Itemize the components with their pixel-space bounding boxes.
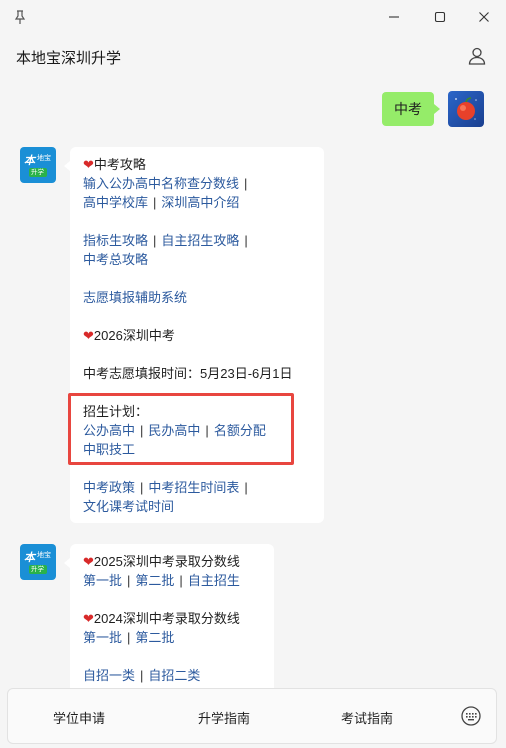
user-message-bubble: 中考 [382,92,440,126]
link-zhongkao-guide[interactable]: 中考总攻略 [83,252,148,267]
link-enrollment-schedule[interactable]: 中考招生时间表 [148,480,239,495]
bot-avatar-logo-big: 本 [24,552,35,564]
bot-avatar-tag: 升学 [31,169,44,176]
user-avatar[interactable] [448,91,484,127]
link-row: 志愿填报辅助系统 [83,288,187,307]
bot-avatar-logo-small: 地宝 [37,155,51,162]
bot-avatar-tag: 升学 [31,566,44,573]
maximize-icon [434,11,446,23]
link-2024-batch2[interactable]: 第二批 [135,630,174,645]
bot-message-bubble: ❤中考攻略 输入公办高中名称查分数线 | 高中学校库 | 深圳高中介绍 指标生攻略 | 自… [64,147,324,523]
pin-icon[interactable] [12,9,28,25]
heart-icon: ❤ [83,157,94,172]
bot-avatar-logo-big: 本 [24,155,35,167]
link-row: 自招一类 | 自招二类 [83,668,201,683]
section-heading: ❤中考攻略 [83,157,146,172]
menu-tab-enrollment-guide[interactable]: 升学指南 [198,708,250,727]
section-heading: ❤2024深圳中考录取分数线 [83,611,240,626]
link-self-enroll-type1[interactable]: 自招一类 [83,668,135,683]
link-row: 第一批 | 第二批 [83,630,175,645]
link-row: 文化课考试时间 [83,497,174,516]
close-icon [479,12,489,22]
link-zhongkao-policy[interactable]: 中考政策 [83,480,135,495]
minimize-button[interactable] [382,6,406,28]
link-query-score[interactable]: 输入公办高中名称查分数线 [83,176,239,191]
link-row: 高中学校库 | 深圳高中介绍 [83,195,240,210]
bot-avatar[interactable]: 本 地宝 升学 [20,147,56,183]
heart-icon: ❤ [83,554,94,569]
link-school-library[interactable]: 高中学校库 [83,195,148,210]
link-row: 第一批 | 第二批 | 自主招生 [83,573,240,588]
keyboard-icon[interactable] [460,705,482,727]
minimize-icon [389,16,399,18]
link-2024-batch1[interactable]: 第一批 [83,630,122,645]
link-volunteer-system[interactable]: 志愿填报辅助系统 [83,290,187,305]
link-2025-batch1[interactable]: 第一批 [83,573,122,588]
link-2025-batch2[interactable]: 第二批 [135,573,174,588]
link-row: 指标生攻略 | 自主招生攻略 | [83,233,248,248]
section-heading: ❤2026深圳中考 [83,328,175,343]
menu-tab-degree-application[interactable]: 学位申请 [53,708,105,727]
link-exam-time[interactable]: 文化课考试时间 [83,499,174,514]
link-sz-high-school-intro[interactable]: 深圳高中介绍 [161,195,239,210]
heart-icon: ❤ [83,611,94,626]
chat-title: 本地宝深圳升学 [16,50,122,67]
chat-header: 本地宝深圳升学 [0,34,506,80]
heart-icon: ❤ [83,328,94,343]
link-row: 中考总攻略 [83,250,148,269]
bottom-menu-bar: 学位申请 升学指南 考试指南 [7,688,497,744]
highlight-box [68,393,294,465]
apple-avatar-icon [455,97,477,120]
maximize-button[interactable] [428,6,452,28]
bot-avatar[interactable]: 本 地宝 升学 [20,544,56,580]
link-row: 输入公办高中名称查分数线 | [83,176,248,191]
link-self-enrollment-guide[interactable]: 自主招生攻略 [161,233,239,248]
note-text: 中考志愿填报时间：5月23日-6月1日 [83,366,293,381]
menu-tab-exam-guide[interactable]: 考试指南 [341,708,393,727]
bot-avatar-logo-small: 地宝 [37,552,51,559]
link-self-enroll-type2[interactable]: 自招二类 [148,668,200,683]
user-message-text: 中考 [394,101,422,117]
close-button[interactable] [472,6,496,28]
bot-message-bubble: ❤2025深圳中考录取分数线 第一批 | 第二批 | 自主招生 ❤2024深圳中考录取分… [64,544,274,694]
title-bar [0,0,506,34]
user-icon[interactable] [466,45,488,67]
link-2025-self-enroll[interactable]: 自主招生 [188,573,240,588]
link-row: 中考政策 | 中考招生时间表 | [83,480,248,495]
section-heading: ❤2025深圳中考录取分数线 [83,554,240,569]
link-quota-student-guide[interactable]: 指标生攻略 [83,233,148,248]
